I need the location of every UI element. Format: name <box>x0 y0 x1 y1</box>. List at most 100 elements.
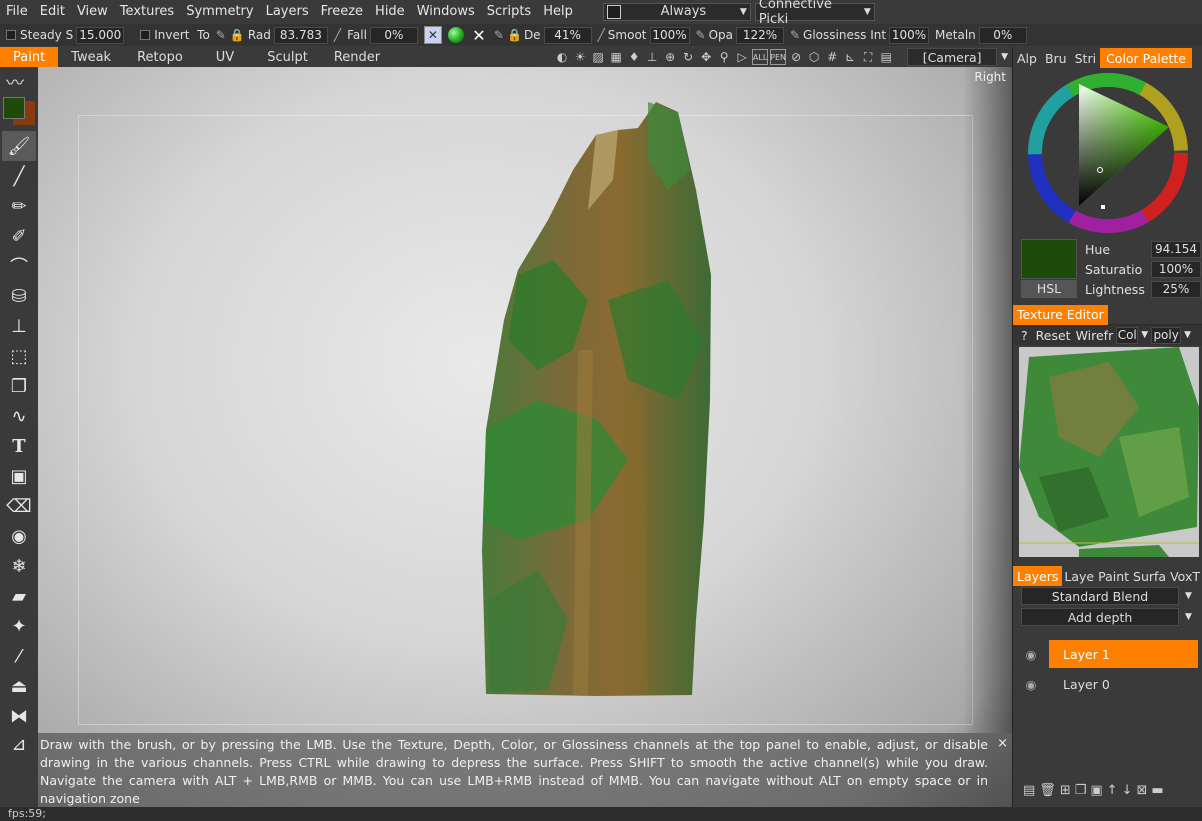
metalness-input[interactable]: 0% <box>978 26 1027 44</box>
shading-icon[interactable]: ◐ <box>554 49 570 65</box>
glossiness-option[interactable]: ✎ Glossiness Int 100% <box>790 26 930 44</box>
menu-freeze[interactable]: Freeze <box>315 4 369 19</box>
tab-brushes[interactable]: Bru <box>1041 48 1071 68</box>
picking-combo[interactable]: Connective Picki ▼ <box>754 0 875 27</box>
metalness-option[interactable]: Metaln 0% <box>935 26 1027 44</box>
chevron-down-icon[interactable]: ▼ <box>1001 52 1008 62</box>
image-icon[interactable]: ▨ <box>590 49 606 65</box>
bucket-tool-icon[interactable]: ⛁ <box>2 281 36 311</box>
move-up-icon[interactable]: ↑ <box>1107 783 1118 798</box>
pen-pressure-icon[interactable]: ✎ <box>696 28 706 42</box>
falloff-option[interactable]: ╱ Fall 0% <box>334 26 418 44</box>
tab-texture-editor[interactable]: Texture Editor <box>1013 304 1108 325</box>
glossiness-channel-toggle[interactable]: ✕ <box>470 26 488 45</box>
reset-button[interactable]: Reset <box>1036 328 1071 343</box>
menu-textures[interactable]: Textures <box>114 4 180 19</box>
layout-icon[interactable]: ▤ <box>878 49 894 65</box>
glossiness-input[interactable]: 100% <box>889 26 930 44</box>
chevron-down-icon[interactable]: ▼ <box>1184 330 1191 340</box>
tab-sculpt[interactable]: Sculpt <box>254 47 321 67</box>
tab-voxtree[interactable]: VoxT <box>1168 566 1202 586</box>
new-layer-icon[interactable]: ▤ <box>1023 783 1035 798</box>
lock-icon[interactable]: 🔒 <box>507 28 522 42</box>
depth-input[interactable]: 41% <box>543 26 592 44</box>
cube-icon[interactable]: ⬡ <box>806 49 822 65</box>
stamp-tool-icon[interactable]: ⊥ <box>2 311 36 341</box>
pen-pressure-icon[interactable]: ✎ <box>494 28 504 42</box>
menu-view[interactable]: View <box>71 4 114 19</box>
close-icon[interactable]: × <box>997 735 1008 753</box>
curve-tool-icon[interactable]: ∿ <box>2 401 36 431</box>
zoom-icon[interactable]: ⚲ <box>716 49 732 65</box>
layer-name[interactable]: Layer 0 <box>1049 677 1202 692</box>
pen-icon[interactable]: PEN <box>770 49 787 65</box>
depth-channel-toggle[interactable]: ✕ <box>423 26 442 44</box>
hue-marker[interactable] <box>1101 205 1105 209</box>
tab-surfaces[interactable]: Surfa <box>1131 566 1168 586</box>
eye-icon[interactable]: ◉ <box>1013 647 1049 662</box>
folder-icon[interactable]: ▬ <box>1151 783 1163 798</box>
chevron-down-icon[interactable]: ▼ <box>1185 612 1192 622</box>
fill-brush-tool-icon[interactable]: ✐ <box>2 221 36 251</box>
layer-properties-icon[interactable]: ▣ <box>1090 783 1102 798</box>
layer-name[interactable]: Layer 1 <box>1049 640 1198 668</box>
no-icon[interactable]: ⊘ <box>788 49 804 65</box>
steady-input[interactable]: 15.000 <box>76 26 125 44</box>
tab-uv[interactable]: UV <box>196 47 254 67</box>
eye-tool-icon[interactable]: ◉ <box>2 521 36 551</box>
ruler-tool-icon[interactable]: ⊿ <box>2 731 36 757</box>
all-icon[interactable]: ALL <box>752 49 769 65</box>
menu-symmetry[interactable]: Symmetry <box>180 4 259 19</box>
smudge-tool-icon[interactable]: ⌒ <box>2 251 36 281</box>
saturation-input[interactable]: 100% <box>1151 260 1201 278</box>
menu-edit[interactable]: Edit <box>34 4 71 19</box>
perspective-icon[interactable]: ▷ <box>734 49 750 65</box>
smooth-brush-icon[interactable]: ╱ <box>598 28 605 42</box>
lightness-row[interactable]: Lightness 25% <box>1085 279 1201 299</box>
chevron-down-icon[interactable]: ▼ <box>1185 591 1192 601</box>
layer-row[interactable]: ◉ Layer 0 <box>1013 670 1202 698</box>
lightness-input[interactable]: 25% <box>1151 280 1201 298</box>
falloff-curve-icon[interactable]: ╱ <box>334 28 341 42</box>
menu-help[interactable]: Help <box>537 4 579 19</box>
pen-pressure-icon[interactable]: ✎ <box>216 28 226 42</box>
saturation-row[interactable]: Saturatio 100% <box>1085 259 1201 279</box>
tab-alphas[interactable]: Alp <box>1013 48 1041 68</box>
radius-input[interactable]: 83.783 <box>273 26 328 44</box>
tab-strips[interactable]: Stri <box>1071 48 1100 68</box>
tab-color-palette[interactable]: Color Palette <box>1100 48 1192 68</box>
grid-plane-icon[interactable]: ▦ <box>608 49 624 65</box>
steady-checkbox[interactable] <box>6 30 16 40</box>
menu-scripts[interactable]: Scripts <box>481 4 537 19</box>
color-swatches[interactable] <box>0 97 38 131</box>
transform-icon[interactable]: ⊕ <box>662 49 678 65</box>
text-tool-icon[interactable]: T <box>2 431 36 461</box>
drop-icon[interactable]: ♦ <box>626 49 642 65</box>
current-color-swatch[interactable] <box>1021 239 1077 279</box>
primary-color-swatch[interactable] <box>3 97 25 119</box>
chevron-down-icon[interactable]: ▼ <box>1141 330 1148 340</box>
hue-row[interactable]: Hue 94.154 <box>1085 239 1201 259</box>
wireframe-toggle[interactable]: Wirefr <box>1076 328 1114 343</box>
merge-down-icon[interactable]: ⊞ <box>1060 783 1071 798</box>
steady-option[interactable]: Steady S 15.000 <box>6 26 125 44</box>
tab-paint-objects[interactable]: Paint <box>1096 566 1131 586</box>
mirror-tool-icon[interactable]: ⧓ <box>2 701 36 731</box>
brush-preview[interactable]: 〰 <box>0 67 38 97</box>
depth-option[interactable]: ✎ 🔒 De 41% <box>494 26 592 44</box>
tape-tool-icon[interactable]: ▰ <box>2 581 36 611</box>
axis-icon[interactable]: ⊾ <box>842 49 858 65</box>
eyedropper-tool-icon[interactable]: ⁄ <box>2 641 36 671</box>
magic-wand-tool-icon[interactable]: ✦ <box>2 611 36 641</box>
rock-model[interactable] <box>478 100 718 700</box>
select-tool-icon[interactable]: ⬚ <box>2 341 36 371</box>
iron-tool-icon[interactable]: ⏏ <box>2 671 36 701</box>
grid-icon[interactable]: # <box>824 49 840 65</box>
lock-icon[interactable]: 🔒 <box>230 28 245 42</box>
freeze-tool-icon[interactable]: ❄ <box>2 551 36 581</box>
color-wheel[interactable] <box>1027 72 1189 234</box>
camera-dropdown[interactable]: [Camera] <box>907 48 998 66</box>
light-icon[interactable]: ☀ <box>572 49 588 65</box>
color-channel-sphere-icon[interactable] <box>447 27 464 43</box>
duplicate-layer-icon[interactable]: ❐ <box>1075 783 1087 798</box>
